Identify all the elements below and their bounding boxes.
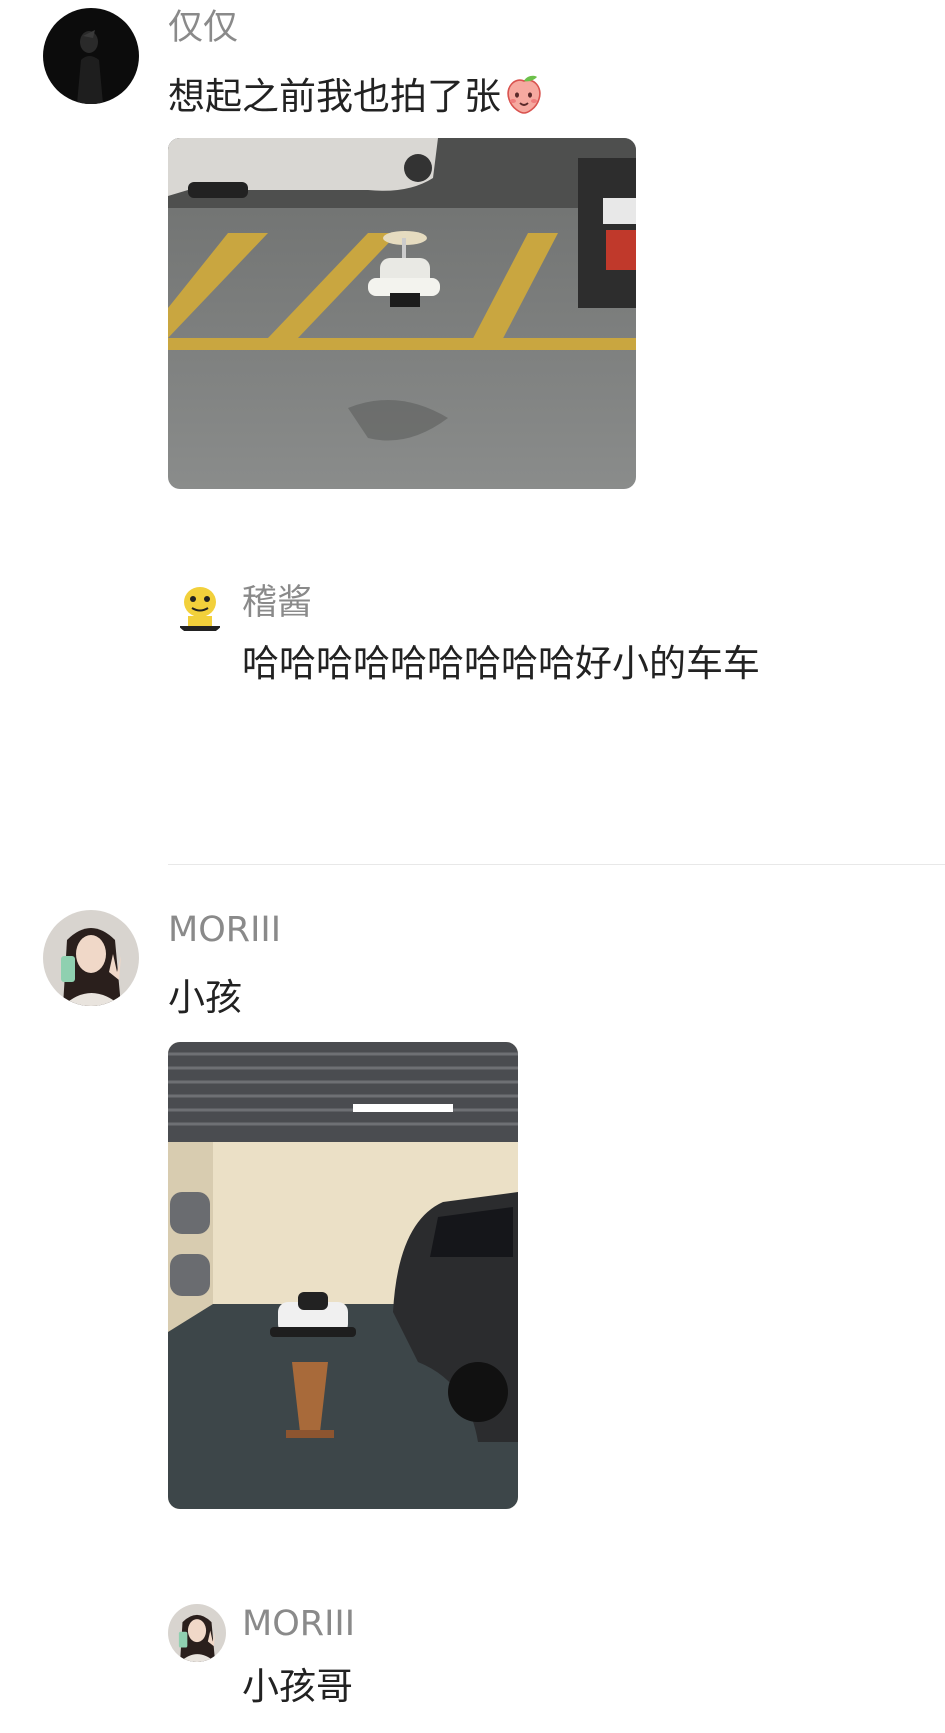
comment-text-content: 想起之前我也拍了张 <box>168 75 501 118</box>
peach-emoji-icon <box>503 73 545 125</box>
yellow-cartoon-avatar[interactable] <box>172 580 228 636</box>
comment-divider <box>168 864 945 865</box>
reply-username[interactable]: MORIII <box>242 1604 355 1644</box>
dark-silhouette-avatar[interactable] <box>43 8 139 104</box>
selfie-girl-avatar[interactable] <box>168 1604 226 1662</box>
reply-text: 哈哈哈哈哈哈哈哈哈好小的车车 <box>242 642 760 685</box>
comment-text: 想起之前我也拍了张 <box>168 73 545 125</box>
garage-go-kart-photo[interactable] <box>168 1042 518 1509</box>
comment-username[interactable]: 仅仅 <box>168 8 238 48</box>
comment-text: 小孩 <box>168 976 242 1019</box>
selfie-girl-avatar[interactable] <box>43 910 139 1006</box>
parking-lot-toy-car-photo[interactable] <box>168 138 636 489</box>
reply-username[interactable]: 稽酱 <box>242 583 312 623</box>
reply-text: 小孩哥 <box>242 1665 353 1708</box>
comment-username[interactable]: MORIII <box>168 910 281 950</box>
